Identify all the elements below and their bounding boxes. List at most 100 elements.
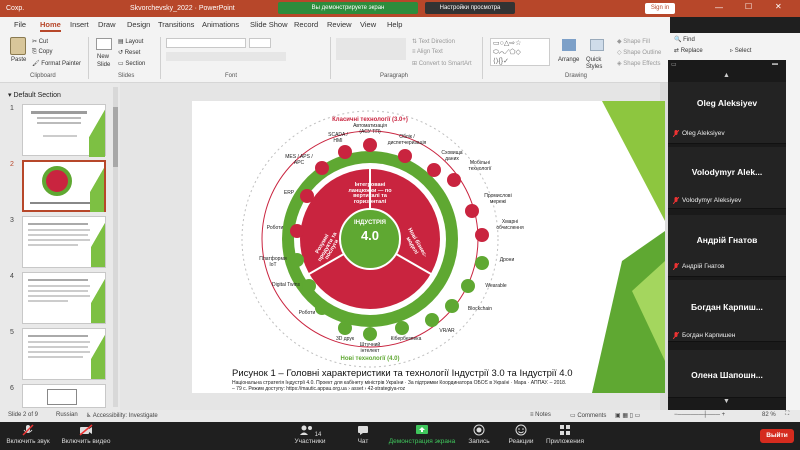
- maximize-icon[interactable]: ☐: [745, 2, 752, 11]
- fit-slide-icon[interactable]: ⛶: [785, 411, 789, 418]
- apps-icon: [560, 425, 570, 435]
- shape-effects-button[interactable]: ◈ Shape Effects: [617, 60, 661, 67]
- font-size-combo[interactable]: [249, 38, 271, 48]
- autosave-label[interactable]: Сохр.: [6, 0, 24, 17]
- layout-button[interactable]: ▤ Layout: [118, 38, 143, 45]
- scroll-up-icon[interactable]: ▲: [723, 72, 730, 79]
- slide-thumbnail[interactable]: [22, 216, 106, 268]
- mic-muted-icon: [672, 196, 680, 205]
- share-screen-button[interactable]: Демонстрация экрана: [382, 424, 462, 445]
- tab-draw[interactable]: Draw: [98, 20, 116, 29]
- reactions-button[interactable]: Реакции: [504, 424, 538, 445]
- panel-grip-icon[interactable]: ▭: [671, 61, 677, 68]
- tech-node: Автоматизація (АСУ ТП): [353, 123, 387, 152]
- slide-thumbnails-pane: ▾ Default Section 1 2 3 4 5 6: [0, 83, 120, 410]
- industry-version: 4.0: [360, 228, 380, 243]
- chat-button[interactable]: Чат: [348, 424, 378, 445]
- view-settings-button[interactable]: Настройки просмотра: [425, 2, 515, 14]
- cut-button[interactable]: ✂ Cut: [32, 38, 48, 45]
- chat-icon: [358, 426, 368, 435]
- arrange-button[interactable]: Arrange: [558, 57, 579, 63]
- tab-file[interactable]: File: [14, 20, 26, 29]
- tech-node: Мобільні технології: [447, 160, 491, 187]
- record-icon: [473, 424, 485, 436]
- tech-node: Дрони: [475, 256, 514, 270]
- tab-view[interactable]: View: [360, 20, 376, 29]
- slide-thumbnail-selected[interactable]: [22, 160, 106, 212]
- tech-node: Кібербезпека: [391, 321, 421, 342]
- apps-button[interactable]: Приложения: [542, 424, 588, 445]
- comments-button[interactable]: ▭ Comments: [570, 412, 606, 419]
- paragraph-controls[interactable]: [336, 38, 406, 60]
- tab-record[interactable]: Record: [294, 20, 318, 29]
- leave-button[interactable]: Выйти: [760, 429, 794, 443]
- mic-off-icon: [22, 424, 34, 436]
- paste-icon[interactable]: [10, 37, 26, 55]
- new-slide-button[interactable]: New: [97, 54, 109, 60]
- tab-design[interactable]: Design: [127, 20, 150, 29]
- new-slide-icon[interactable]: [96, 38, 112, 50]
- zoom-level[interactable]: 82 %: [762, 412, 776, 418]
- convert-smartart-button[interactable]: ⊞ Convert to SmartArt: [412, 60, 472, 67]
- start-video-button[interactable]: Включить видео: [58, 424, 114, 445]
- scroll-down-icon[interactable]: ▼: [723, 398, 730, 405]
- record-button[interactable]: Запись: [462, 424, 496, 445]
- zoom-strip: −──────┼─── + 82 % ⛶: [670, 410, 800, 422]
- participant-tile[interactable]: Олена Шапошн...: [668, 350, 786, 398]
- tab-animations[interactable]: Animations: [202, 20, 239, 29]
- select-button[interactable]: ▹ Select: [730, 47, 751, 54]
- text-direction-button[interactable]: ⇅ Text Direction: [412, 38, 455, 45]
- share-screen-icon: [416, 425, 428, 434]
- accessibility-check[interactable]: ♿ Accessibility: Investigate: [86, 412, 158, 419]
- window-title: Skvorchevsky_2022 · PowerPoint: [130, 5, 235, 12]
- section-button[interactable]: ▭ Section: [118, 60, 145, 67]
- participant-tile[interactable]: Oleg Aleksiyev Oleg Aleksiyev: [668, 82, 786, 144]
- notes-button[interactable]: ≡ Notes: [530, 412, 551, 418]
- participants-button[interactable]: 14 Участники: [288, 424, 332, 445]
- tech-node: SCADA / HMI: [328, 132, 352, 159]
- shapes-gallery[interactable]: ▭○△⇨☆ ⬭⌒⟋⬠◇ ⟨⟩{}✓: [490, 38, 550, 66]
- minimize-icon[interactable]: —: [715, 3, 723, 12]
- tech-node: Blockchain: [445, 299, 492, 313]
- section-header[interactable]: ▾ Default Section: [8, 91, 61, 99]
- copy-button[interactable]: ⎘ Copy: [32, 49, 52, 56]
- slide-thumbnail[interactable]: [22, 384, 106, 408]
- participant-tile[interactable]: Богдан Карпиш... Богдан Карпишен: [668, 280, 786, 342]
- unmute-button[interactable]: Включить звук: [2, 424, 54, 445]
- tab-transitions[interactable]: Transitions: [158, 20, 194, 29]
- shape-outline-button[interactable]: ◇ Shape Outline: [617, 49, 661, 56]
- share-banner: Вы демонстрируете экран: [278, 2, 418, 14]
- tab-help[interactable]: Help: [387, 20, 402, 29]
- arrange-icon[interactable]: [562, 39, 576, 51]
- slide-thumbnail[interactable]: [22, 104, 106, 157]
- align-text-button[interactable]: ≡ Align Text: [412, 49, 443, 55]
- format-painter-button[interactable]: 🖌 Format Painter: [32, 60, 81, 67]
- participant-tile[interactable]: Андрій Гнатов Андрій Гнатов: [668, 215, 786, 277]
- sign-in-button[interactable]: Sign in: [645, 3, 675, 14]
- slide-thumbnail[interactable]: [22, 272, 106, 324]
- close-icon[interactable]: ✕: [775, 2, 782, 11]
- tab-review[interactable]: Review: [327, 20, 352, 29]
- quick-styles-icon[interactable]: [590, 39, 604, 51]
- find-button[interactable]: 🔍 Find: [674, 36, 695, 43]
- tech-node: Хмарні обчислення: [475, 219, 524, 242]
- tab-insert[interactable]: Insert: [70, 20, 89, 29]
- tab-slideshow[interactable]: Slide Show: [250, 20, 288, 29]
- participant-tile[interactable]: Volodymyr Alek... Volodymyr Aleksiyev: [668, 147, 786, 209]
- language-indicator[interactable]: Russian: [56, 412, 78, 418]
- shape-fill-button[interactable]: ◆ Shape Fill: [617, 38, 650, 45]
- replace-button[interactable]: ⇄ Replace: [674, 47, 703, 54]
- thumbnail-scrollbar[interactable]: [113, 87, 118, 407]
- view-buttons[interactable]: ▣ ▦ ▯ ▭: [615, 412, 640, 419]
- reset-button[interactable]: ↺ Reset: [118, 49, 140, 56]
- panel-menu-icon[interactable]: ▬: [772, 61, 778, 67]
- paste-button[interactable]: Paste: [11, 57, 26, 63]
- zoom-slider[interactable]: −──────┼─── +: [674, 412, 725, 418]
- tab-home[interactable]: Home: [40, 20, 61, 32]
- participants-icon: [299, 425, 312, 435]
- quick-styles-button[interactable]: Quick Styles: [586, 57, 612, 71]
- font-format-row[interactable]: [166, 52, 286, 61]
- slide-thumbnail[interactable]: [22, 328, 106, 380]
- current-slide[interactable]: Класичні технології (3.0+) ІНДУСТРІЯ 4.0…: [192, 101, 665, 393]
- font-name-combo[interactable]: [166, 38, 246, 48]
